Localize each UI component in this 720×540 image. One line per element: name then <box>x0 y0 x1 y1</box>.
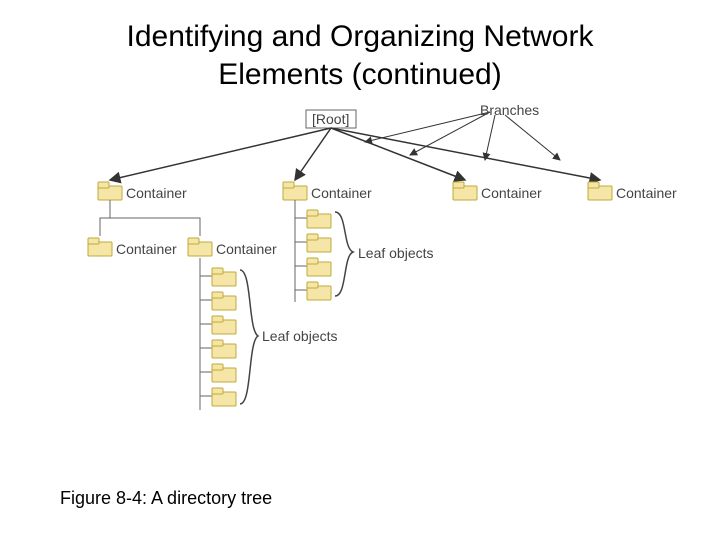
container-label: Container <box>616 185 677 201</box>
branch-line <box>331 128 600 180</box>
folder-icon <box>188 238 212 256</box>
leaf-objects-label: Leaf objects <box>358 245 434 261</box>
tree-connector <box>100 200 110 236</box>
folder-icon <box>588 182 612 200</box>
container-label: Container <box>216 241 277 257</box>
leaf-group-b <box>295 210 331 300</box>
leaf-group-a <box>200 268 236 406</box>
container-label: Container <box>126 185 187 201</box>
container-label: Container <box>481 185 542 201</box>
leaf-objects-label: Leaf objects <box>262 328 338 344</box>
branch-pointer <box>505 115 560 160</box>
brace <box>240 270 258 404</box>
branch-pointer <box>410 112 490 155</box>
root-label: [Root] <box>312 111 349 127</box>
folder-icon <box>283 182 307 200</box>
directory-tree-diagram <box>0 0 720 540</box>
folder-icon <box>88 238 112 256</box>
container-label: Container <box>116 241 177 257</box>
brace <box>335 212 353 296</box>
branches-label: Branches <box>480 102 539 118</box>
branch-line <box>110 128 331 180</box>
branch-pointer <box>485 115 495 160</box>
figure-caption: Figure 8-4: A directory tree <box>60 488 272 509</box>
folder-icon <box>453 182 477 200</box>
folder-icon <box>98 182 122 200</box>
tree-connector <box>110 218 200 236</box>
branch-pointer <box>365 112 490 142</box>
container-label: Container <box>311 185 372 201</box>
